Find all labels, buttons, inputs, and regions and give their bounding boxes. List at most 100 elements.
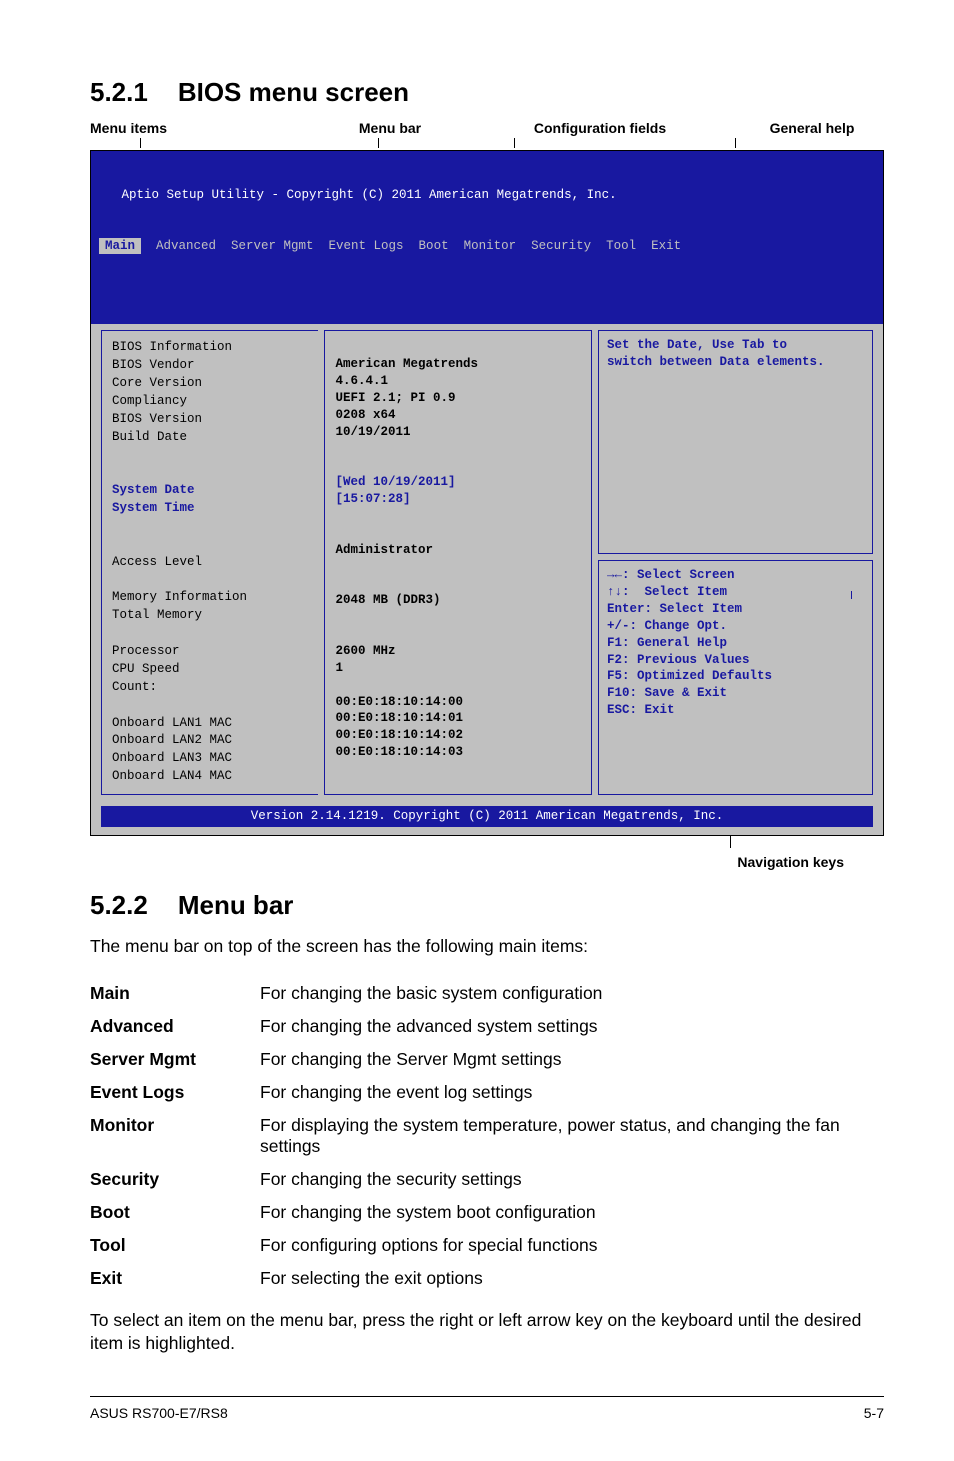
- bios-row: Core Version: [112, 375, 308, 392]
- menubar-table: MainFor changing the basic system config…: [90, 977, 884, 1295]
- bios-row: American Megatrends: [335, 356, 581, 373]
- bios-row: Set the Date, Use Tab to: [607, 337, 864, 354]
- footer-right: 5-7: [864, 1405, 884, 1421]
- section-heading-521: 5.2.1 BIOS menu screen: [90, 77, 884, 108]
- bios-row: 10/19/2011: [335, 424, 581, 441]
- table-key: Event Logs: [90, 1076, 260, 1109]
- bios-tabs: Main Advanced Server Mgmt Event Logs Boo…: [99, 238, 875, 255]
- bios-row: [335, 440, 581, 457]
- table-value: For changing the basic system configurat…: [260, 977, 884, 1010]
- bios-mid-column: American Megatrends4.6.4.1UEFI 2.1; PI 0…: [324, 330, 592, 795]
- bios-row: [112, 536, 308, 553]
- bios-row: F10: Save & Exit: [607, 685, 864, 702]
- bios-row: F1: General Help: [607, 635, 864, 652]
- table-key: Tool: [90, 1229, 260, 1262]
- table-row: ToolFor configuring options for special …: [90, 1229, 884, 1262]
- table-value: For changing the system boot configurati…: [260, 1196, 884, 1229]
- bios-row: →←: Select Screen: [607, 567, 864, 584]
- table-row: Server MgmtFor changing the Server Mgmt …: [90, 1043, 884, 1076]
- bios-row: [Wed 10/19/2011]: [335, 474, 581, 491]
- bios-footer-line: Version 2.14.1219. Copyright (C) 2011 Am…: [101, 806, 873, 827]
- bios-row: BIOS Information: [112, 339, 308, 356]
- table-row: MainFor changing the basic system config…: [90, 977, 884, 1010]
- bios-row: Onboard LAN4 MAC: [112, 768, 308, 785]
- bios-row: 00:E0:18:10:14:00: [335, 694, 581, 711]
- table-value: For changing the security settings: [260, 1163, 884, 1196]
- bios-row: switch between Data elements.: [607, 354, 864, 371]
- bios-row: Compliancy: [112, 393, 308, 410]
- annot-menu-items: Menu items: [90, 120, 230, 136]
- bios-row: Administrator: [335, 542, 581, 559]
- bios-nav-keys-box: →←: Select Screen↑↓: Select ItemEnter: S…: [598, 560, 873, 795]
- bios-row: [335, 457, 581, 474]
- bios-tab-main[interactable]: Main: [99, 238, 141, 254]
- table-key: Main: [90, 977, 260, 1010]
- table-value: For changing the event log settings: [260, 1076, 884, 1109]
- annot-navigation-keys: Navigation keys: [90, 854, 884, 870]
- table-key: Boot: [90, 1196, 260, 1229]
- bios-row: [112, 572, 308, 589]
- bios-row: [335, 559, 581, 576]
- bios-row: Enter: Select Item: [607, 601, 864, 618]
- section-title-text: Menu bar: [178, 890, 294, 920]
- bios-row: 00:E0:18:10:14:01: [335, 710, 581, 727]
- table-row: BootFor changing the system boot configu…: [90, 1196, 884, 1229]
- bios-row: CPU Speed: [112, 661, 308, 678]
- bios-row: Access Level: [112, 554, 308, 571]
- bios-row: Total Memory: [112, 607, 308, 624]
- bios-row: [112, 697, 308, 714]
- table-value: For configuring options for special func…: [260, 1229, 884, 1262]
- table-key: Exit: [90, 1262, 260, 1295]
- bios-row: Onboard LAN3 MAC: [112, 750, 308, 767]
- bios-row: 2600 MHz: [335, 643, 581, 660]
- footer-left: ASUS RS700-E7/RS8: [90, 1405, 228, 1421]
- bios-row: Onboard LAN1 MAC: [112, 715, 308, 732]
- bios-row: 4.6.4.1: [335, 373, 581, 390]
- bios-row: [112, 518, 308, 535]
- section-heading-522: 5.2.2 Menu bar: [90, 890, 884, 921]
- bios-row: +/-: Change Opt.: [607, 618, 864, 635]
- annotation-ticks: [90, 138, 884, 150]
- bios-row: Processor: [112, 643, 308, 660]
- bios-row: [335, 525, 581, 542]
- bios-row: UEFI 2.1; PI 0.9: [335, 390, 581, 407]
- bios-row: [335, 575, 581, 592]
- bios-row: [335, 339, 581, 356]
- page-footer: ASUS RS700-E7/RS8 5-7: [90, 1396, 884, 1421]
- bios-row: Build Date: [112, 429, 308, 446]
- bios-row: 2048 MB (DDR3): [335, 592, 581, 609]
- bios-help-box: Set the Date, Use Tab toswitch between D…: [598, 330, 873, 554]
- table-value: For changing the Server Mgmt settings: [260, 1043, 884, 1076]
- bios-row: F5: Optimized Defaults: [607, 668, 864, 685]
- table-key: Advanced: [90, 1010, 260, 1043]
- table-row: Event LogsFor changing the event log set…: [90, 1076, 884, 1109]
- bios-row: BIOS Vendor: [112, 357, 308, 374]
- bios-row: [335, 626, 581, 643]
- table-value: For displaying the system temperature, p…: [260, 1109, 884, 1163]
- section-number: 5.2.1: [90, 77, 148, 107]
- section-number: 5.2.2: [90, 890, 148, 920]
- annot-config-fields: Configuration fields: [490, 120, 700, 136]
- bios-tabs-rest[interactable]: Advanced Server Mgmt Event Logs Boot Mon…: [141, 239, 681, 253]
- bios-row: [335, 677, 581, 694]
- closing-paragraph: To select an item on the menu bar, press…: [90, 1309, 884, 1356]
- bios-row: Count:: [112, 679, 308, 696]
- bios-row: 1: [335, 660, 581, 677]
- annot-menu-bar: Menu bar: [230, 120, 490, 136]
- section-title-text: BIOS menu screen: [178, 77, 409, 107]
- table-key: Monitor: [90, 1109, 260, 1163]
- bios-row: 0208 x64: [335, 407, 581, 424]
- table-row: AdvancedFor changing the advanced system…: [90, 1010, 884, 1043]
- bios-row: System Time: [112, 500, 308, 517]
- bios-row: Onboard LAN2 MAC: [112, 732, 308, 749]
- bios-row: ESC: Exit: [607, 702, 864, 719]
- annotation-row: Menu items Menu bar Configuration fields…: [90, 120, 884, 136]
- bios-row: 00:E0:18:10:14:03: [335, 744, 581, 761]
- bios-row: [112, 446, 308, 463]
- table-value: For changing the advanced system setting…: [260, 1010, 884, 1043]
- table-row: MonitorFor displaying the system tempera…: [90, 1109, 884, 1163]
- nav-tick: [90, 836, 884, 850]
- bios-row: [112, 464, 308, 481]
- table-value: For selecting the exit options: [260, 1262, 884, 1295]
- bios-row: [15:07:28]: [335, 491, 581, 508]
